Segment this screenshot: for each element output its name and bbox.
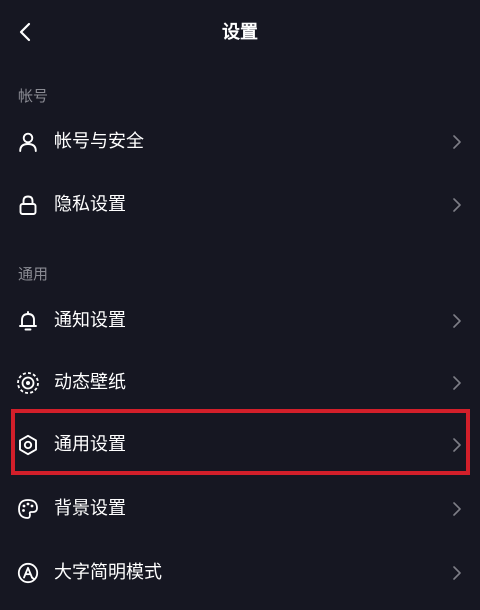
top-bar: 设置 (0, 0, 480, 66)
settings-item-background[interactable]: 背景设置 (0, 480, 480, 538)
settings-item-live-wallpaper[interactable]: 动态壁纸 (0, 354, 480, 412)
chevron-right-icon (450, 502, 464, 516)
settings-item-large-font-mode[interactable]: 大字简明模式 (0, 544, 480, 602)
gear-icon (16, 433, 40, 457)
chevron-right-icon (450, 376, 464, 390)
settings-item-label: 背景设置 (54, 498, 126, 519)
settings-item-general-settings[interactable]: 通用设置 (0, 416, 480, 474)
palette-icon (16, 497, 40, 521)
chevron-right-icon (450, 438, 464, 452)
section-header-account: 帐号 (18, 87, 49, 105)
settings-item-label: 帐号与安全 (54, 131, 144, 152)
chevron-right-icon (450, 566, 464, 580)
font-size-icon (16, 561, 40, 585)
settings-item-privacy[interactable]: 隐私设置 (0, 176, 480, 234)
chevron-right-icon (450, 135, 464, 149)
page-title: 设置 (222, 22, 258, 43)
settings-item-label: 隐私设置 (54, 194, 126, 215)
settings-item-label: 动态壁纸 (54, 372, 126, 393)
settings-item-label: 通知设置 (54, 310, 126, 331)
settings-item-label: 通用设置 (54, 434, 126, 455)
live-wallpaper-icon (16, 371, 40, 395)
bell-icon (16, 309, 40, 333)
lock-icon (16, 193, 40, 217)
user-icon (16, 130, 40, 154)
settings-item-label: 大字简明模式 (54, 562, 162, 583)
chevron-right-icon (450, 314, 464, 328)
section-header-general: 通用 (18, 265, 49, 283)
settings-item-notifications[interactable]: 通知设置 (0, 292, 480, 350)
chevron-right-icon (450, 198, 464, 212)
settings-item-account-security[interactable]: 帐号与安全 (0, 113, 480, 171)
